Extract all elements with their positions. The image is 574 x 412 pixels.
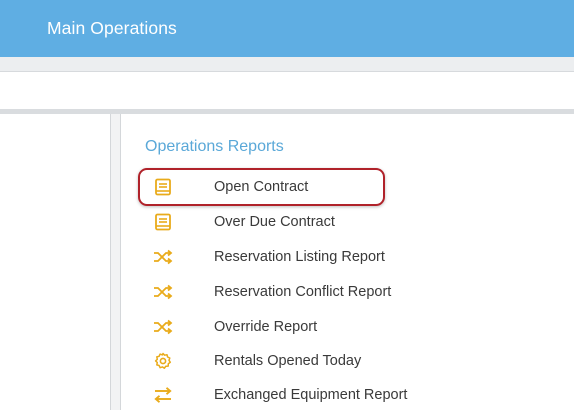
report-item-override-report[interactable]: Override Report: [152, 310, 552, 344]
gear-icon: [152, 350, 174, 372]
report-label: Reservation Conflict Report: [214, 284, 392, 300]
report-label: Rentals Opened Today: [214, 353, 362, 369]
report-label: Over Due Contract: [214, 214, 335, 230]
exchange-icon: [152, 384, 174, 406]
divider: [0, 71, 574, 72]
report-item-reservation-listing-report[interactable]: Reservation Listing Report: [152, 240, 552, 274]
page-title: Main Operations: [47, 18, 177, 38]
left-panel: [0, 114, 110, 410]
report-item-exchanged-equipment-report[interactable]: Exchanged Equipment Report: [152, 378, 552, 412]
toolbar-band: [0, 57, 574, 71]
panel-divider: [110, 114, 121, 410]
report-label: Open Contract: [214, 179, 309, 195]
header-bar: Main Operations: [0, 0, 574, 57]
report-label: Exchanged Equipment Report: [214, 387, 408, 403]
report-item-over-due-contract[interactable]: Over Due Contract: [152, 205, 552, 239]
book-icon: [152, 176, 174, 198]
report-label: Override Report: [214, 319, 318, 335]
book-icon: [152, 211, 174, 233]
report-item-open-contract[interactable]: Open Contract: [152, 170, 552, 204]
report-item-rentals-opened-today[interactable]: Rentals Opened Today: [152, 344, 552, 378]
section-title: Operations Reports: [145, 138, 284, 155]
report-label: Reservation Listing Report: [214, 249, 385, 265]
report-item-reservation-conflict-report[interactable]: Reservation Conflict Report: [152, 275, 552, 309]
shuffle-icon: [152, 281, 174, 303]
shuffle-icon: [152, 316, 174, 338]
shuffle-icon: [152, 246, 174, 268]
